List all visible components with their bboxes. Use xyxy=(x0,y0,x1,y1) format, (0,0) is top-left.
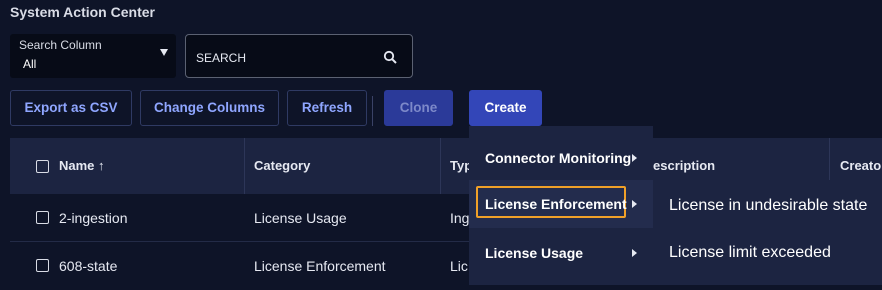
row-name: 608-state xyxy=(59,258,118,274)
chevron-right-icon xyxy=(632,154,637,162)
submenu-item-limit-exceeded[interactable]: License limit exceeded xyxy=(669,229,831,277)
row-checkbox[interactable] xyxy=(36,211,49,224)
column-divider[interactable] xyxy=(440,138,441,194)
menu-item-license-usage[interactable]: License Usage xyxy=(469,229,653,277)
column-divider[interactable] xyxy=(244,138,245,194)
search-column-select[interactable]: Search Column All xyxy=(10,34,176,78)
caret-down-icon xyxy=(160,49,168,56)
chevron-right-icon xyxy=(632,200,637,208)
search-input[interactable] xyxy=(194,47,378,69)
clone-button[interactable]: Clone xyxy=(384,90,453,126)
chevron-right-icon xyxy=(632,249,637,257)
menu-item-license-enforcement[interactable]: License Enforcement xyxy=(469,180,653,228)
submenu-item-undesirable-state[interactable]: License in undesirable state xyxy=(669,182,867,230)
search-icon[interactable] xyxy=(383,50,398,70)
row-type: Lic xyxy=(450,258,468,274)
page-title: System Action Center xyxy=(10,4,155,20)
menu-item-label: License Enforcement xyxy=(485,196,627,212)
create-button[interactable]: Create xyxy=(469,90,542,126)
sort-up-icon: ↑ xyxy=(98,158,105,173)
column-header-category[interactable]: Category xyxy=(254,138,310,194)
row-checkbox[interactable] xyxy=(36,259,49,272)
toolbar-divider xyxy=(372,96,373,126)
row-category: License Enforcement xyxy=(254,258,386,274)
search-box[interactable] xyxy=(185,34,413,78)
select-all-checkbox[interactable] xyxy=(36,160,49,173)
menu-item-label: License Usage xyxy=(485,245,584,261)
search-column-label: Search Column xyxy=(19,38,102,52)
change-columns-button[interactable]: Change Columns xyxy=(140,90,279,126)
menu-item-label: Connector Monitoring xyxy=(485,150,632,166)
row-type: Ing xyxy=(450,210,470,226)
search-column-value: All xyxy=(23,57,37,71)
column-header-name[interactable]: Name ↑ xyxy=(59,138,105,194)
refresh-button[interactable]: Refresh xyxy=(287,90,367,126)
menu-item-connector-monitoring[interactable]: Connector Monitoring xyxy=(469,134,653,182)
create-dropdown-menu: Connector Monitoring License Enforcement… xyxy=(469,126,653,285)
row-name: 2-ingestion xyxy=(59,210,128,226)
license-enforcement-submenu: License in undesirable state License lim… xyxy=(653,180,882,285)
export-csv-button[interactable]: Export as CSV xyxy=(10,90,132,126)
row-category: License Usage xyxy=(254,210,347,226)
